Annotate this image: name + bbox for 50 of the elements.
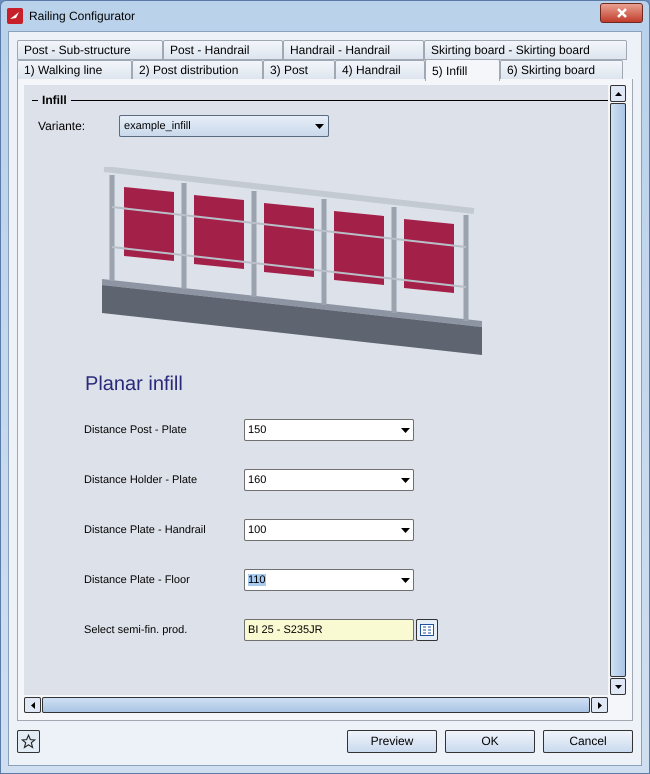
group-title: Infill: [42, 92, 67, 109]
field-label: Distance Holder - Plate: [84, 472, 198, 488]
dropdown-field[interactable]: 100: [244, 519, 414, 541]
scroll-right-button[interactable]: [591, 697, 608, 713]
app-logo-icon: [7, 8, 23, 24]
close-icon: [616, 8, 628, 18]
close-button[interactable]: [600, 3, 643, 23]
tab[interactable]: 1) Walking line: [17, 60, 132, 80]
list-picker-button[interactable]: [416, 619, 438, 641]
horizontal-scrollbar-thumb[interactable]: [42, 697, 590, 713]
tab[interactable]: 3) Post: [263, 60, 335, 80]
arrow-right-icon: [598, 702, 602, 708]
arrow-up-icon: [614, 92, 622, 96]
window-title: Railing Configurator: [29, 8, 136, 25]
tab[interactable]: Post - Sub-structure: [17, 40, 163, 60]
scroll-up-button[interactable]: [610, 85, 626, 102]
caret-icon: [401, 578, 410, 582]
scroll-down-button[interactable]: [610, 678, 626, 695]
dropdown-field[interactable]: 150: [244, 419, 414, 441]
dialog-button[interactable]: OK: [445, 730, 535, 752]
scroll-left-button[interactable]: [24, 697, 41, 713]
tab[interactable]: 6) Skirting board: [500, 60, 623, 80]
star-icon: [21, 734, 36, 748]
tab[interactable]: 2) Post distribution: [132, 60, 263, 80]
dropdown-field[interactable]: 110: [244, 569, 414, 591]
input-field[interactable]: BI 25 - S235JR: [244, 619, 414, 641]
arrow-down-icon: [614, 684, 622, 688]
list-icon: [420, 624, 434, 636]
tab[interactable]: Post - Handrail: [163, 40, 283, 60]
caret-icon: [401, 428, 410, 432]
caret-icon: [401, 478, 410, 482]
field-label: Distance Plate - Handrail: [84, 522, 207, 538]
tab[interactable]: 5) Infill: [425, 59, 500, 81]
dialog-button[interactable]: Cancel: [543, 730, 633, 752]
arrow-left-icon: [30, 702, 34, 708]
tab[interactable]: Skirting board - Skirting board: [424, 40, 627, 60]
field-label: Select semi-fin. prod.: [84, 622, 188, 638]
dialog-button[interactable]: Preview: [347, 730, 437, 752]
tab[interactable]: Handrail - Handrail: [283, 40, 424, 60]
field-label: Distance Plate - Floor: [84, 572, 191, 588]
dropdown-field[interactable]: 160: [244, 469, 414, 491]
variant-label: Variante:: [37, 118, 86, 135]
vertical-scrollbar-thumb[interactable]: [610, 103, 626, 677]
section-title: Planar infill: [85, 372, 184, 397]
caret-icon: [401, 528, 410, 532]
tab[interactable]: 4) Handrail: [335, 60, 425, 80]
caret-icon: [315, 124, 324, 128]
variant-dropdown[interactable]: example_infill: [119, 115, 329, 137]
favorite-button[interactable]: [17, 730, 40, 752]
field-label: Distance Post - Plate: [84, 422, 188, 438]
